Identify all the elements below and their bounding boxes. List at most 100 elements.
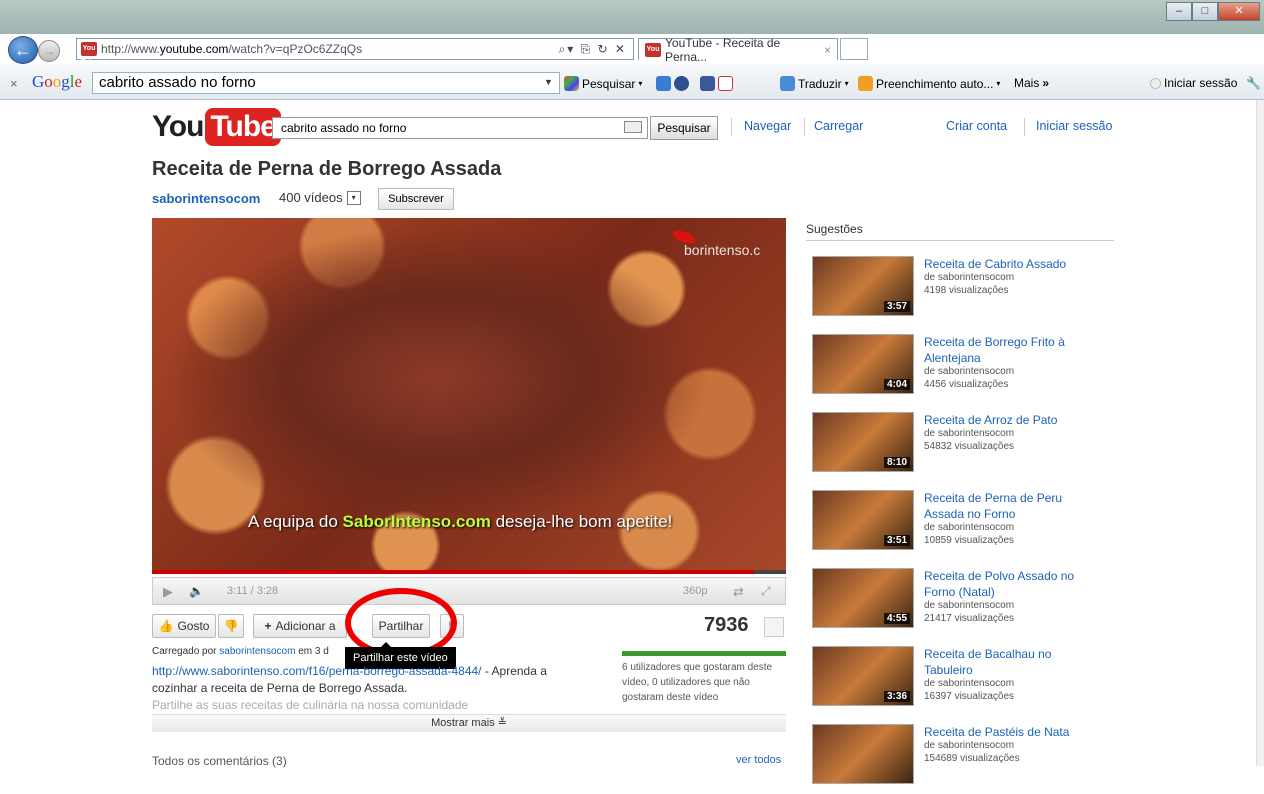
share-icon[interactable]: [674, 76, 689, 91]
video-player[interactable]: borintenso.c A equipa do SaborIntenso.co…: [152, 218, 786, 574]
page-scrollbar[interactable]: [1256, 100, 1264, 766]
suggestion-thumbnail[interactable]: 3:51: [812, 490, 914, 550]
suggestion-views: 4456 visualizações: [924, 379, 1009, 390]
maximize-button[interactable]: □: [1192, 2, 1218, 21]
chevron-down-icon[interactable]: ▾: [346, 190, 361, 205]
preenchimento-label: Preenchimento auto...: [876, 76, 994, 91]
suggestions-title: Sugestões: [806, 222, 863, 236]
channel-link[interactable]: saborintensocom: [152, 191, 260, 206]
navegar-link[interactable]: Navegar: [744, 119, 791, 133]
carregar-link[interactable]: Carregar: [814, 119, 863, 133]
likes-ratio-bar: [622, 651, 786, 656]
uploader-link[interactable]: saborintensocom: [219, 646, 295, 657]
suggestion-views: 10859 visualizações: [924, 535, 1015, 546]
add-to-button[interactable]: + Adicionar a: [253, 614, 347, 638]
suggestion-item[interactable]: 3:36 Receita de Bacalhau no Tabuleiro de s…: [812, 646, 1122, 716]
home-icon[interactable]: ⌂: [1202, 42, 1218, 59]
dislike-button[interactable]: 👎: [218, 614, 244, 638]
suggestion-title[interactable]: Receita de Cabrito Assado: [924, 256, 1094, 272]
volume-icon[interactable]: 🔈: [189, 584, 204, 598]
address-bar-icons[interactable]: ⌕▾ ⎘ ↻ ✕: [559, 42, 627, 57]
search-dropdown-icon[interactable]: ▼: [544, 77, 553, 87]
suggestion-item[interactable]: Receita de Pastéis de Nata de saborintens…: [812, 724, 1122, 794]
minimize-button[interactable]: –: [1166, 2, 1192, 21]
back-button[interactable]: ←: [8, 36, 38, 64]
iniciar-sessao-link[interactable]: Iniciar sessão: [1036, 119, 1112, 133]
suggestion-title[interactable]: Receita de Borrego Frito à Alentejana: [924, 334, 1094, 366]
user-icon: [1150, 77, 1161, 89]
youtube-search-input[interactable]: cabrito assado no forno: [272, 117, 648, 139]
suggestion-thumbnail[interactable]: 3:36: [812, 646, 914, 706]
google-logo: Google: [32, 72, 83, 91]
suggestion-title[interactable]: Receita de Arroz de Pato: [924, 412, 1094, 428]
suggestion-title[interactable]: Receita de Perna de Peru Assada no Forno: [924, 490, 1094, 522]
suggestion-item[interactable]: 3:57 Receita de Cabrito Assado de saborint…: [812, 256, 1122, 326]
close-tab-icon[interactable]: ×: [824, 43, 831, 57]
gmail-icon[interactable]: [718, 76, 733, 91]
preenchimento-button[interactable]: Preenchimento auto... ▾: [858, 76, 1000, 91]
plus-icon[interactable]: [656, 76, 671, 91]
suggestion-title[interactable]: Receita de Pastéis de Nata: [924, 724, 1094, 740]
suggestion-thumbnail[interactable]: [812, 724, 914, 784]
suggestion-duration: 4:55: [883, 613, 910, 624]
suggestion-author: de saborintensocom: [924, 522, 1015, 533]
suggestion-duration: 3:51: [883, 535, 910, 546]
criar-conta-link[interactable]: Criar conta: [946, 119, 1007, 133]
suggestion-item[interactable]: 4:55 Receita de Polvo Assado no Forno (Na…: [812, 568, 1122, 638]
google-pesquisar-button[interactable]: Pesquisar ▾: [564, 76, 642, 91]
popout-icon[interactable]: ⇄: [733, 584, 744, 600]
settings-gear-icon[interactable]: ⚙: [1238, 42, 1258, 59]
view-count: 7936: [704, 614, 749, 636]
iniciar-sessao-toolbar[interactable]: Iniciar sessão 🔧: [1150, 76, 1261, 90]
subscribe-button[interactable]: Subscrever: [378, 188, 454, 210]
toolbar-icons-group[interactable]: [656, 76, 733, 91]
tab-youtube[interactable]: You Tube YouTube - Receita de Perna... ×: [638, 36, 838, 67]
suggestion-author: de saborintensocom: [924, 600, 1015, 611]
suggestion-thumbnail[interactable]: 4:55: [812, 568, 914, 628]
player-controls: ▶ 🔈 3:11 / 3:28 360p ⇄ ⤢: [152, 577, 786, 605]
quality-selector[interactable]: 360p: [683, 585, 707, 597]
suggestion-item[interactable]: 4:04 Receita de Borrego Frito à Alentejan…: [812, 334, 1122, 404]
suggestion-thumbnail[interactable]: 8:10: [812, 412, 914, 472]
forward-button[interactable]: →: [38, 40, 60, 62]
show-more-label: Mostrar mais: [431, 717, 495, 729]
wrench-icon[interactable]: 🔧: [1246, 76, 1261, 90]
stats-chart-icon[interactable]: [764, 617, 784, 637]
suggestion-title[interactable]: Receita de Bacalhau no Tabuleiro: [924, 646, 1094, 678]
adicionar-label: Adicionar a: [275, 619, 336, 633]
video-count[interactable]: 400 vídeos ▾: [279, 190, 361, 205]
new-tab-button[interactable]: [840, 38, 868, 60]
close-window-button[interactable]: ✕: [1218, 2, 1260, 21]
facebook-icon[interactable]: [700, 76, 715, 91]
address-bar[interactable]: You Tube http://www.youtube.com/watch?v=…: [76, 38, 634, 66]
suggestion-author: de saborintensocom: [924, 366, 1015, 377]
like-button[interactable]: 👍 Gosto: [152, 614, 216, 638]
suggestion-item[interactable]: 3:51 Receita de Perna de Peru Assada no F…: [812, 490, 1122, 560]
video-description: Carregado por saborintensocom em 3 d htt…: [152, 646, 592, 714]
logo-you: You: [152, 110, 204, 143]
keyboard-icon[interactable]: [624, 121, 642, 133]
youtube-search-button[interactable]: Pesquisar: [650, 116, 718, 140]
description-link[interactable]: http://www.saborintenso.com/f16/perna-bo…: [152, 664, 482, 678]
carregado-por-label: Carregado por: [152, 646, 217, 657]
suggestion-thumbnail[interactable]: 3:57: [812, 256, 914, 316]
divider: [804, 118, 805, 136]
fullscreen-icon[interactable]: ⤢: [761, 584, 771, 599]
suggestion-title[interactable]: Receita de Polvo Assado no Forno (Natal): [924, 568, 1094, 600]
close-toolbar-icon[interactable]: ×: [10, 76, 18, 91]
google-search-input[interactable]: cabrito assado no forno: [92, 72, 560, 94]
traduzir-button[interactable]: Traduzir ▾: [780, 76, 849, 91]
favorites-star-icon[interactable]: ★: [1217, 42, 1237, 59]
video-progress-bar[interactable]: [152, 570, 786, 574]
thumbs-up-icon: 👍: [158, 619, 174, 633]
mais-button[interactable]: Mais»: [1014, 76, 1049, 90]
play-icon[interactable]: ▶: [163, 584, 173, 600]
youtube-logo[interactable]: You Tube: [152, 108, 281, 146]
divider: [1024, 118, 1025, 136]
google-toolbar: × Google cabrito assado no forno ▼ Pesqu…: [0, 64, 1264, 100]
suggestion-item[interactable]: 8:10 Receita de Arroz de Pato de saborinte…: [812, 412, 1122, 482]
show-more-button[interactable]: Mostrar mais ≚: [152, 714, 786, 732]
gosto-label: Gosto: [177, 619, 210, 633]
ver-todos-link[interactable]: ver todos: [736, 754, 781, 766]
suggestion-thumbnail[interactable]: 4:04: [812, 334, 914, 394]
